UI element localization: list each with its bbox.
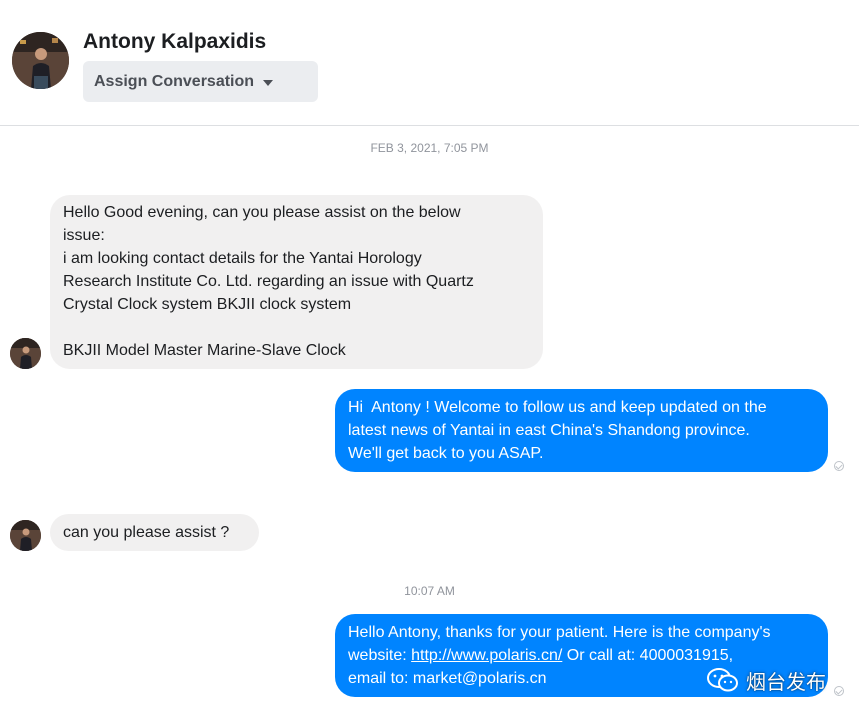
person-photo-icon [10, 338, 41, 369]
conversation-header: Antony Kalpaxidis Assign Conversation [0, 0, 859, 126]
person-photo-icon [12, 32, 69, 89]
person-photo-icon [10, 520, 41, 551]
watermark-text: 烟台发布 [746, 671, 826, 694]
incoming-message-bubble[interactable]: Hello Good evening, can you please assis… [50, 195, 543, 369]
assign-conversation-button[interactable]: Assign Conversation [83, 61, 318, 102]
sender-avatar[interactable] [10, 520, 41, 551]
sender-avatar[interactable] [10, 338, 41, 369]
watermark: 烟台发布 [706, 664, 826, 696]
assign-conversation-label: Assign Conversation [94, 72, 255, 90]
website-link[interactable]: http://www.polaris.cn/ [411, 647, 562, 664]
contact-avatar[interactable] [12, 32, 69, 89]
contact-name: Antony Kalpaxidis [83, 30, 267, 53]
seen-check-icon [834, 461, 844, 471]
seen-check-icon [834, 686, 844, 696]
outgoing-message-bubble[interactable]: Hi Antony ! Welcome to follow us and kee… [335, 389, 828, 472]
conversation-page: Antony Kalpaxidis Assign Conversation FE… [0, 0, 859, 718]
wechat-icon [707, 668, 738, 692]
message-timestamp: FEB 3, 2021, 7:05 PM [370, 141, 489, 155]
incoming-message-bubble[interactable]: can you please assist ? [50, 514, 259, 551]
caret-down-icon [263, 79, 274, 86]
message-timestamp: 10:07 AM [404, 584, 455, 598]
